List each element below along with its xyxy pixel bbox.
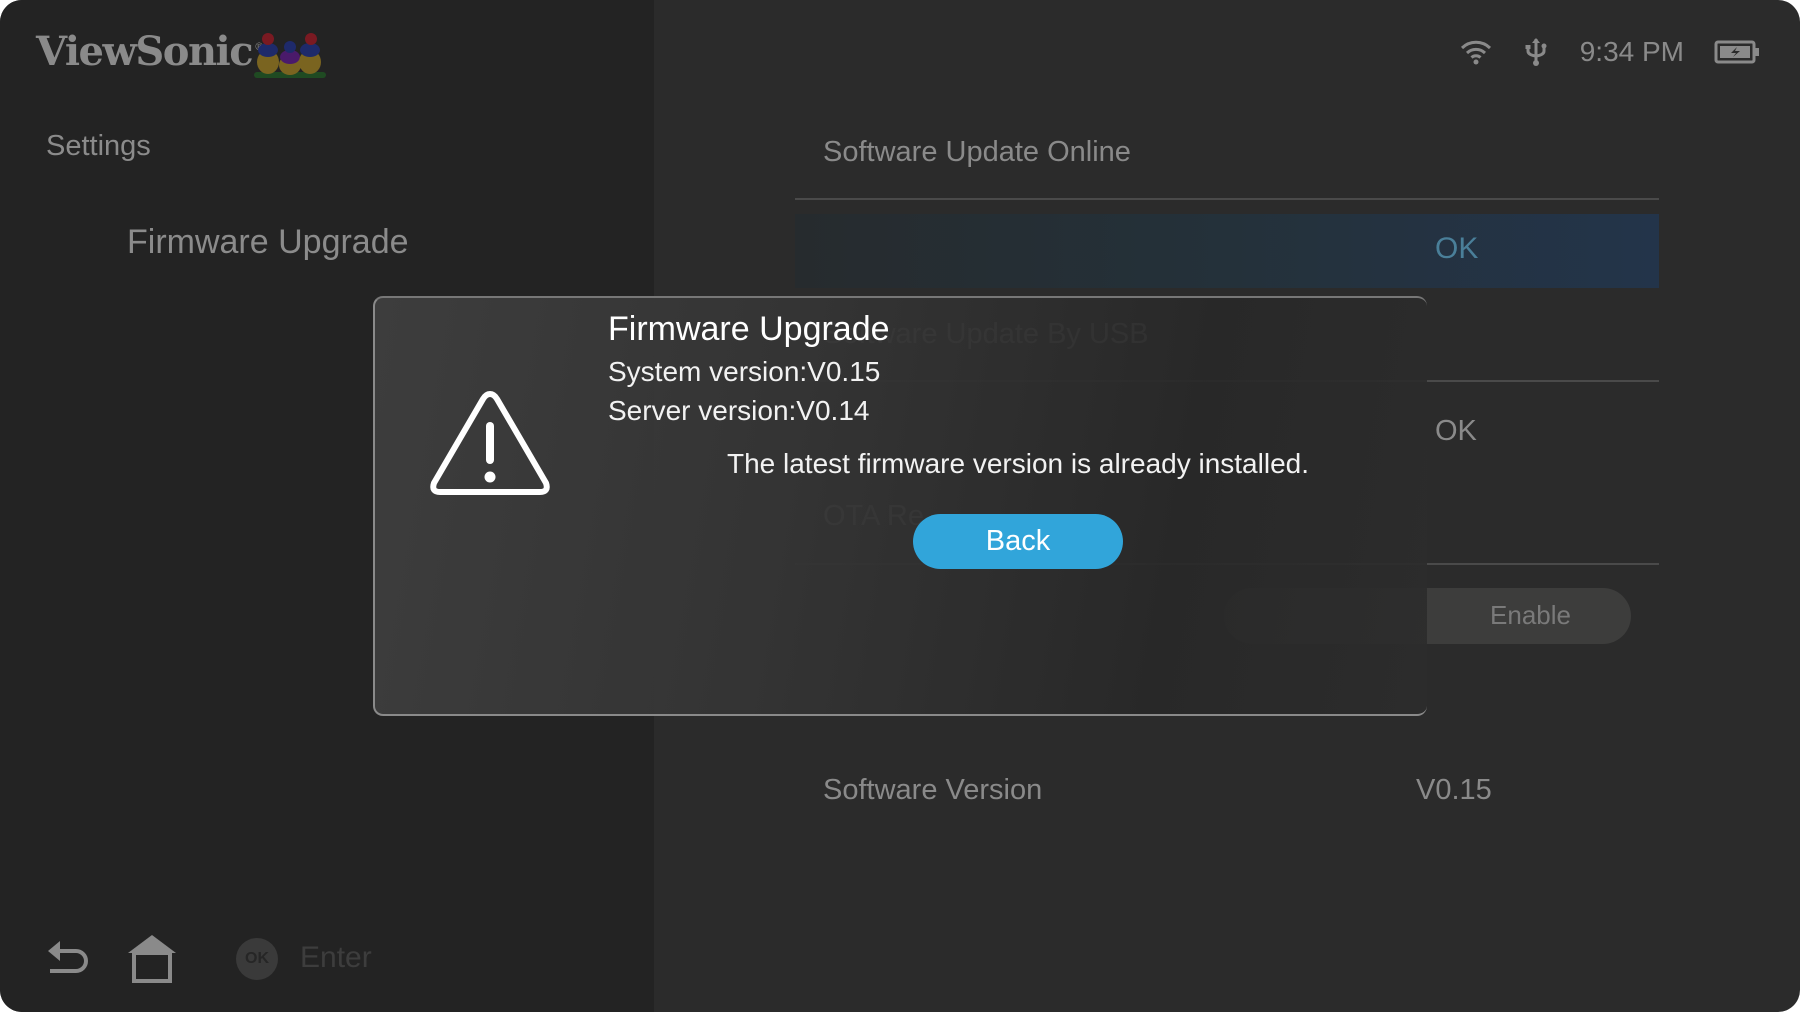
projector-settings-screen: ViewSonic ® Settings Firmware Upgrade OK… [0,0,1800,1012]
server-version: Server version:V0.14 [608,395,870,426]
brand-name: ViewSonic [36,28,254,75]
software-update-online-ok-button[interactable] [795,214,1659,288]
firmware-upgrade-dialog: Firmware Upgrade System version:V0.15 Se… [373,296,1427,716]
warning-icon [430,391,550,495]
usb-icon [1525,38,1547,66]
settings-heading: Settings [46,130,151,162]
row-label-software-update-online: Software Update Online [823,136,1131,168]
enter-hint: Enter [300,941,372,974]
divider [795,198,1659,200]
sidebar-item-firmware-upgrade[interactable]: Firmware Upgrade [127,223,409,262]
dialog-title: Firmware Upgrade [608,310,890,348]
software-version-value: V0.15 [1416,774,1492,806]
row-label-software-version: Software Version [823,774,1043,806]
ok-label-online: OK [1435,232,1479,265]
dialog-message: The latest firmware version is already i… [726,448,1309,479]
system-version: System version:V0.15 [608,356,881,387]
ok-button-badge: OK [236,938,278,980]
back-arrow-icon[interactable] [44,939,92,979]
viewsonic-logo: ViewSonic ® [36,28,264,75]
clock: 9:34 PM [1579,36,1684,67]
wifi-icon [1460,40,1491,65]
three-birds-logo-icon [254,33,326,78]
bottom-hint-bar: OK Enter [0,925,654,995]
status-bar: 9:34 PM [1460,30,1760,74]
toggle-label: Enable [1490,600,1571,630]
back-button[interactable]: Back [913,514,1123,569]
software-update-usb-ok-button[interactable]: OK [1435,415,1477,448]
home-icon[interactable] [126,933,178,983]
battery-charging-icon [1714,40,1759,64]
